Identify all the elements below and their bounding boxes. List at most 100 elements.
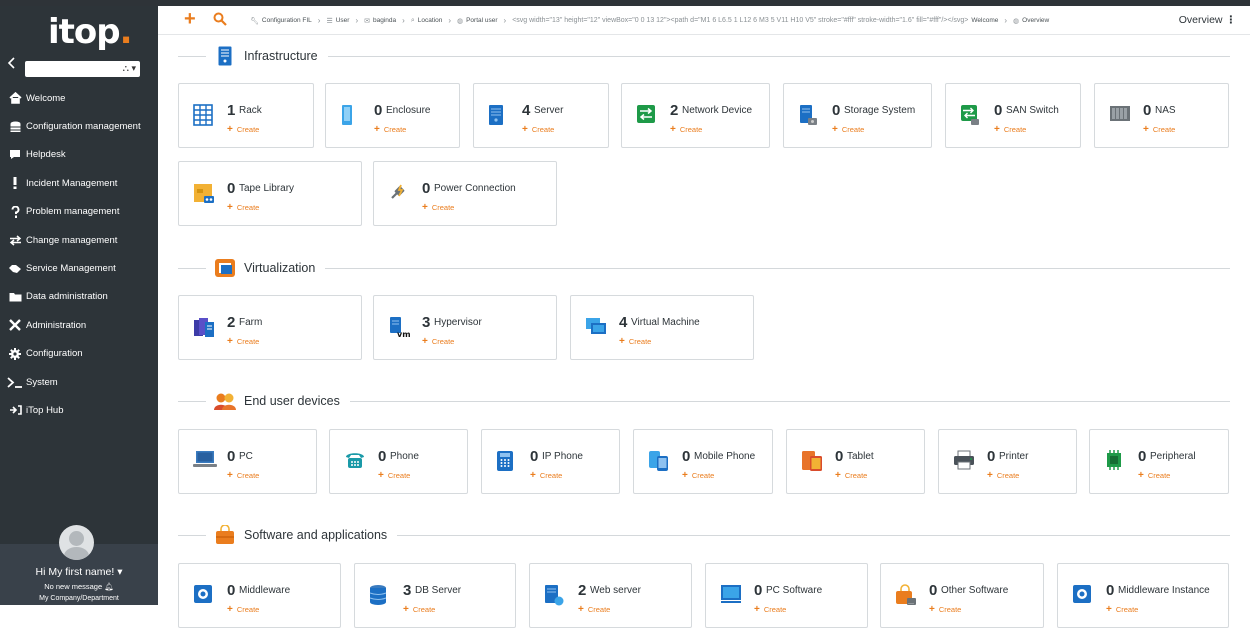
- sidebar-item-helpdesk[interactable]: Helpdesk: [0, 141, 158, 169]
- dashlet-phone[interactable]: 0 Phone + Create: [329, 429, 468, 494]
- dashlet-label[interactable]: Virtual Machine: [631, 317, 700, 328]
- create-link[interactable]: + Create: [227, 604, 259, 615]
- dashlet-label[interactable]: Farm: [239, 317, 262, 328]
- dashlet-count[interactable]: 0: [835, 448, 843, 465]
- create-link[interactable]: + Create: [987, 470, 1019, 481]
- dashlet-label[interactable]: Tablet: [847, 451, 874, 462]
- dashlet-nas[interactable]: 0 NAS + Create: [1094, 83, 1229, 148]
- dashlet-count[interactable]: 0: [378, 448, 386, 465]
- dashlet-label[interactable]: Printer: [999, 451, 1028, 462]
- global-search-icon[interactable]: [213, 12, 227, 31]
- create-link[interactable]: + Create: [578, 604, 610, 615]
- dashlet-power-connection[interactable]: 0 Power Connection + Create: [373, 161, 557, 226]
- dashlet-label[interactable]: Rack: [239, 105, 262, 116]
- avatar[interactable]: [59, 525, 94, 560]
- dashlet-storage-system[interactable]: 0 Storage System + Create: [783, 83, 932, 148]
- create-link[interactable]: + Create: [929, 604, 961, 615]
- dashlet-label[interactable]: Middleware Instance: [1118, 585, 1210, 596]
- sidebar-item-change-management[interactable]: Change management: [0, 226, 158, 254]
- sidebar-item-service-management[interactable]: Service Management: [0, 254, 158, 282]
- breadcrumb-item[interactable]: ✉ baginda: [364, 17, 396, 25]
- dashlet-server[interactable]: 4 Server + Create: [473, 83, 609, 148]
- dashlet-label[interactable]: NAS: [1155, 105, 1176, 116]
- dashlet-hypervisor[interactable]: vm 3 Hypervisor + Create: [373, 295, 557, 360]
- sidebar-item-itop-hub[interactable]: iTop Hub: [0, 396, 158, 424]
- dashlet-count[interactable]: 4: [619, 314, 627, 331]
- create-link[interactable]: + Create: [1138, 470, 1170, 481]
- dashlet-tape-library[interactable]: 0 Tape Library + Create: [178, 161, 362, 226]
- new-object-plus-icon[interactable]: +: [184, 9, 196, 29]
- dashlet-count[interactable]: 2: [578, 582, 586, 599]
- dashlet-count[interactable]: 0: [227, 582, 235, 599]
- dashlet-label[interactable]: Middleware: [239, 585, 290, 596]
- dashlet-count[interactable]: 0: [929, 582, 937, 599]
- itop-logo[interactable]: itop.: [48, 12, 133, 52]
- create-link[interactable]: + Create: [754, 604, 786, 615]
- dashlet-count[interactable]: 1: [227, 102, 235, 119]
- dashlet-count[interactable]: 0: [422, 180, 430, 197]
- dashlet-label[interactable]: Network Device: [682, 105, 752, 116]
- dashlet-mobile-phone[interactable]: 0 Mobile Phone + Create: [633, 429, 773, 494]
- dashlet-count[interactable]: 0: [987, 448, 995, 465]
- sidebar-item-configuration-management[interactable]: Configuration management: [0, 112, 158, 140]
- create-link[interactable]: + Create: [422, 336, 454, 347]
- dashlet-count[interactable]: 0: [1138, 448, 1146, 465]
- dashlet-pc-software[interactable]: 0 PC Software + Create: [705, 563, 868, 628]
- breadcrumb-item[interactable]: 🔧︎ Configuration FIL: [250, 17, 312, 25]
- dashlet-tablet[interactable]: 0 Tablet + Create: [786, 429, 925, 494]
- dashlet-count[interactable]: 0: [1143, 102, 1151, 119]
- dashlet-label[interactable]: IP Phone: [542, 451, 583, 462]
- create-link[interactable]: + Create: [403, 604, 435, 615]
- dashlet-label[interactable]: Phone: [390, 451, 419, 462]
- dashlet-label[interactable]: PC Software: [766, 585, 822, 596]
- dashlet-ip-phone[interactable]: 0 IP Phone + Create: [481, 429, 620, 494]
- create-link[interactable]: + Create: [522, 124, 554, 135]
- create-link[interactable]: + Create: [227, 202, 259, 213]
- organization-select[interactable]: ⛬ ▾: [25, 61, 140, 77]
- dashlet-label[interactable]: SAN Switch: [1006, 105, 1059, 116]
- dashlet-middleware[interactable]: 0 Middleware + Create: [178, 563, 341, 628]
- page-menu-kebab-icon[interactable]: ⋮: [1226, 14, 1237, 26]
- breadcrumb-item[interactable]: ☰ User: [326, 17, 349, 25]
- dashlet-label[interactable]: Tape Library: [239, 183, 294, 194]
- dashlet-label[interactable]: Peripheral: [1150, 451, 1196, 462]
- breadcrumb-item[interactable]: ⌕ Location: [411, 17, 443, 25]
- dashlet-rack[interactable]: 1 Rack + Create: [178, 83, 314, 148]
- user-messages[interactable]: No new message 🔔︎: [0, 582, 158, 591]
- user-name[interactable]: Hi My first name! ▾: [0, 566, 158, 578]
- dashlet-count[interactable]: 0: [227, 180, 235, 197]
- dashlet-pc[interactable]: 0 PC + Create: [178, 429, 317, 494]
- dashlet-count[interactable]: 0: [1106, 582, 1114, 599]
- dashlet-count[interactable]: 0: [227, 448, 235, 465]
- dashlet-count[interactable]: 0: [374, 102, 382, 119]
- dashlet-label[interactable]: Enclosure: [386, 105, 430, 116]
- dashlet-web-server[interactable]: 2 Web server + Create: [529, 563, 692, 628]
- dashlet-count[interactable]: 3: [422, 314, 430, 331]
- dashlet-network-device[interactable]: 2 Network Device + Create: [621, 83, 770, 148]
- dashlet-farm[interactable]: 2 Farm + Create: [178, 295, 362, 360]
- dashlet-count[interactable]: 3: [403, 582, 411, 599]
- dashlet-san-switch[interactable]: 0 SAN Switch + Create: [945, 83, 1081, 148]
- create-link[interactable]: + Create: [1143, 124, 1175, 135]
- create-link[interactable]: + Create: [530, 470, 562, 481]
- create-link[interactable]: + Create: [835, 470, 867, 481]
- dashlet-label[interactable]: Hypervisor: [434, 317, 482, 328]
- sidebar-item-data-administration[interactable]: Data administration: [0, 283, 158, 311]
- dashlet-label[interactable]: Web server: [590, 585, 641, 596]
- dashlet-other-software[interactable]: … 0 Other Software + Create: [880, 563, 1044, 628]
- dashlet-count[interactable]: 0: [994, 102, 1002, 119]
- dashlet-printer[interactable]: 0 Printer + Create: [938, 429, 1077, 494]
- dashlet-label[interactable]: Server: [534, 105, 563, 116]
- dashlet-count[interactable]: 0: [530, 448, 538, 465]
- collapse-sidebar-icon[interactable]: [6, 56, 18, 69]
- dashlet-label[interactable]: Storage System: [844, 105, 915, 116]
- dashlet-count[interactable]: 0: [832, 102, 840, 119]
- sidebar-item-welcome[interactable]: Welcome: [0, 84, 158, 112]
- dashlet-virtual-machine[interactable]: 4 Virtual Machine + Create: [570, 295, 754, 360]
- sidebar-item-system[interactable]: System: [0, 368, 158, 396]
- create-link[interactable]: + Create: [374, 124, 406, 135]
- dashlet-count[interactable]: 2: [227, 314, 235, 331]
- create-link[interactable]: + Create: [227, 124, 259, 135]
- breadcrumb-item[interactable]: ◍ Overview: [1013, 17, 1049, 25]
- create-link[interactable]: + Create: [1106, 604, 1138, 615]
